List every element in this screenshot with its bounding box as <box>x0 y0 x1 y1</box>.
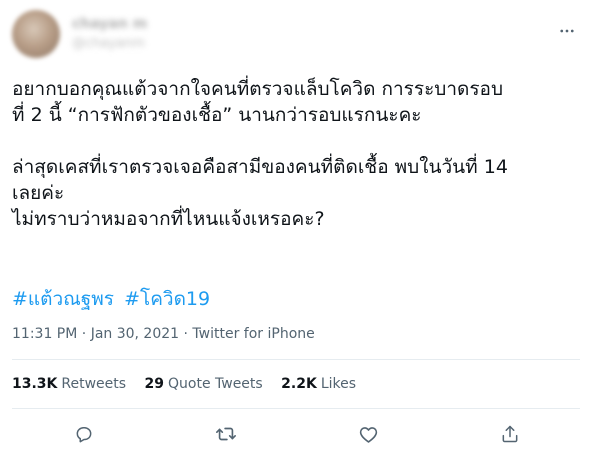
tweet-source[interactable]: Twitter for iPhone <box>192 326 314 342</box>
quote-tweets-label: Quote Tweets <box>168 376 263 392</box>
retweets-count: 13.3K <box>12 376 58 392</box>
avatar[interactable] <box>12 10 60 58</box>
retweets-label: Retweets <box>61 376 127 392</box>
more-icon[interactable] <box>556 20 578 42</box>
tweet-line: อยากบอกคุณแต้วจากใจคนที่ตรวจแล็บโควิด กา… <box>12 78 504 100</box>
tweet-header: chayan m @chayanm <box>10 6 582 58</box>
divider <box>12 359 580 360</box>
tweet-line: ที่ 2 นี้ “การฟักตัวของเชื้อ” นานกว่ารอบ… <box>12 104 422 126</box>
author-display-name[interactable]: chayan m <box>72 16 147 32</box>
tweet-line: เลยค่ะ <box>12 182 65 204</box>
hashtag-link[interactable]: #แต้วณฐพร <box>12 288 114 310</box>
tweet-card: chayan m @chayanm อยากบอกคุณแต้วจากใจคนท… <box>0 0 592 457</box>
tweet-stats: 13.3K Retweets 29 Quote Tweets 2.2K Likes <box>12 376 370 392</box>
hashtag-link[interactable]: #โควิด19 <box>124 288 210 310</box>
author-handle[interactable]: @chayanm <box>72 36 147 51</box>
share-icon[interactable] <box>496 420 524 448</box>
tweet-line: ไม่ทราบว่าหมอจากที่ไหนแจ้งเหรอคะ? <box>12 208 325 230</box>
tweet-time[interactable]: 11:31 PM <box>12 326 77 342</box>
divider <box>12 408 580 409</box>
likes-label: Likes <box>320 376 357 392</box>
retweet-icon[interactable] <box>212 420 240 448</box>
hashtags: #แต้วณฐพร #โควิด19 <box>12 286 214 312</box>
tweet-actions <box>0 420 592 448</box>
quote-tweets-count: 29 <box>144 376 164 392</box>
tweet-date[interactable]: Jan 30, 2021 <box>91 326 179 342</box>
tweet-text: อยากบอกคุณแต้วจากใจคนที่ตรวจแล็บโควิด กา… <box>12 76 580 232</box>
tweet-line: ล่าสุดเคสที่เราตรวจเจอคือสามีของคนที่ติด… <box>12 156 508 178</box>
retweets-stat[interactable]: 13.3K Retweets <box>12 376 126 392</box>
likes-stat[interactable]: 2.2K Likes <box>281 376 356 392</box>
quote-tweets-stat[interactable]: 29 Quote Tweets <box>145 376 263 392</box>
meta-separator: · <box>183 326 188 342</box>
tweet-meta: 11:31 PM · Jan 30, 2021 · Twitter for iP… <box>12 326 315 342</box>
author-names[interactable]: chayan m @chayanm <box>72 16 147 51</box>
like-icon[interactable] <box>354 420 382 448</box>
reply-icon[interactable] <box>70 420 98 448</box>
meta-separator: · <box>81 326 87 342</box>
likes-count: 2.2K <box>281 376 317 392</box>
